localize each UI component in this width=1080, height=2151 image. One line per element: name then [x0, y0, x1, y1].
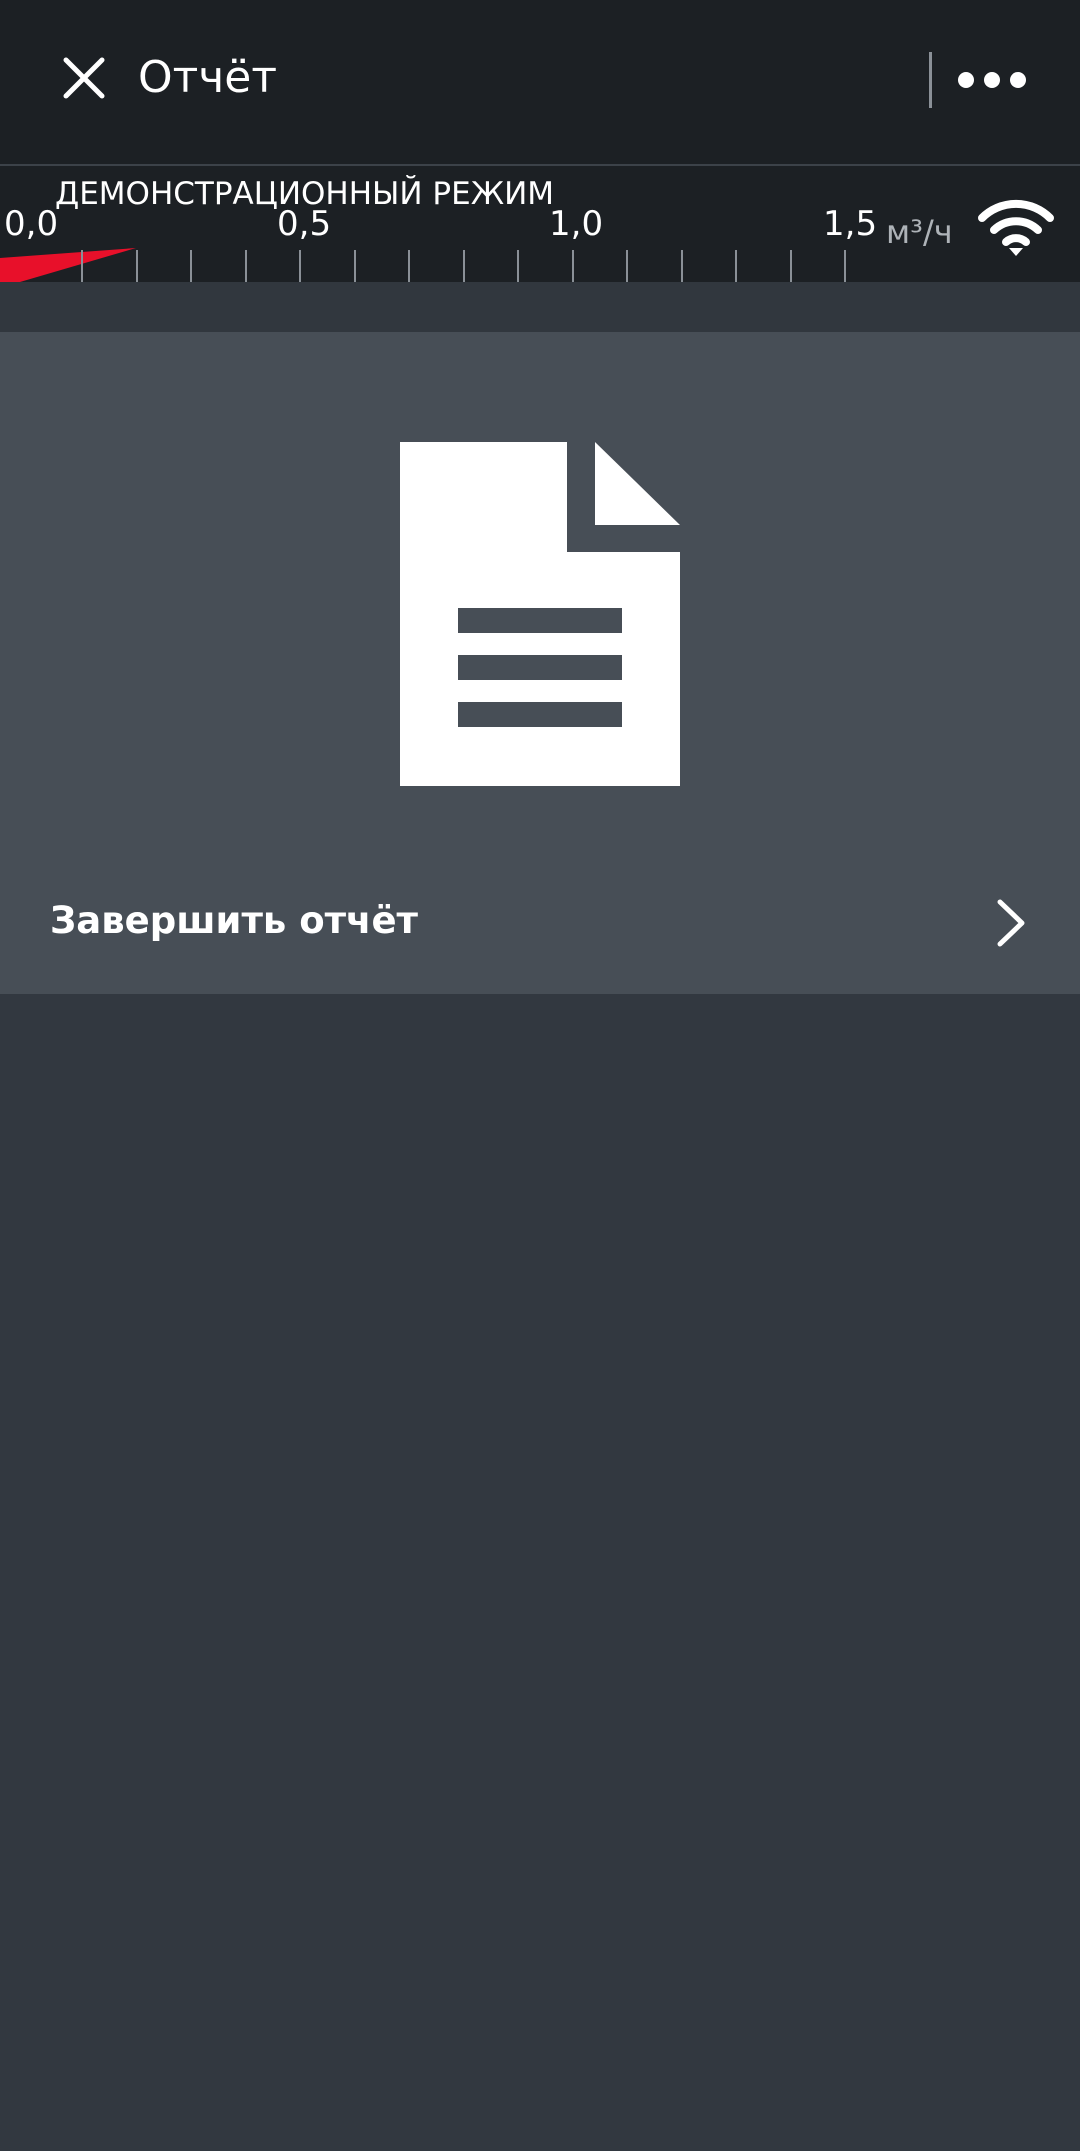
wifi-icon: [978, 199, 1054, 256]
scale-label-1: 0,5: [277, 204, 332, 244]
finish-report-button[interactable]: Завершить отчёт: [0, 854, 1080, 994]
app-bar: Отчёт: [0, 0, 1080, 166]
more-options-button[interactable]: [950, 50, 1034, 110]
close-icon: [63, 57, 105, 99]
scale-label-3: 1,5: [823, 204, 878, 244]
gauge-scale: [0, 248, 846, 282]
scale-label-2: 1,0: [549, 204, 604, 244]
report-card: Завершить отчёт: [0, 332, 1080, 994]
close-button[interactable]: [52, 46, 116, 110]
content-area: [0, 994, 1080, 2151]
more-horizontal-icon: [958, 72, 1026, 88]
document-icon: [400, 442, 680, 786]
flow-gauge: ДЕМОНСТРАЦИОННЫЙ РЕЖИМ 0,0 0,5 1,0 1,5 м…: [0, 166, 1080, 282]
gauge-indicator: [0, 248, 136, 282]
page-title: Отчёт: [138, 52, 277, 103]
finish-report-label: Завершить отчёт: [50, 899, 418, 942]
section-spacer: [0, 282, 1080, 332]
chevron-right-icon: [997, 899, 1025, 947]
unit-label: м³/ч: [886, 213, 953, 251]
toolbar-divider: [929, 52, 932, 108]
scale-label-0: 0,0: [4, 204, 59, 244]
